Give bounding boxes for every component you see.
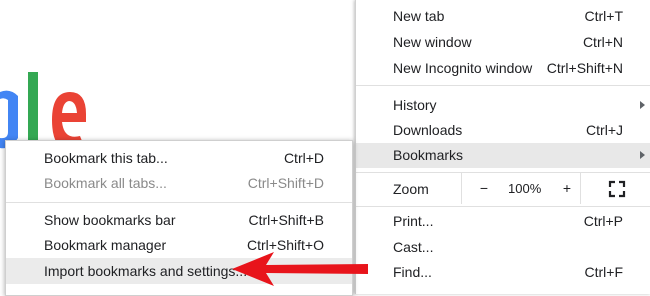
- menu-item-label: Find...: [393, 264, 432, 280]
- menu-item-label: New Incognito window: [393, 60, 533, 76]
- google-logo-fragment: [0, 72, 86, 150]
- menu-item-cast[interactable]: Cast...: [356, 235, 650, 259]
- zoom-label: Zoom: [393, 181, 429, 197]
- red-arrow-annotation-icon: [232, 252, 368, 286]
- menu-item-label: Cast...: [393, 239, 434, 255]
- menu-item-label: Import bookmarks and settings...: [44, 263, 248, 279]
- zoom-in-button[interactable]: +: [558, 180, 576, 196]
- zoom-out-button[interactable]: −: [475, 180, 493, 196]
- menu-item-downloads[interactable]: Downloads Ctrl+J: [356, 118, 650, 142]
- menu-item-shortcut: Ctrl+N: [582, 34, 623, 50]
- menu-item-history[interactable]: History: [356, 93, 650, 117]
- menu-item-shortcut: Ctrl+J: [586, 122, 623, 138]
- submenu-item-bookmark-this-tab[interactable]: Bookmark this tab... Ctrl+D: [6, 145, 352, 171]
- submenu-item-show-bookmarks-bar[interactable]: Show bookmarks bar Ctrl+Shift+B: [6, 207, 352, 233]
- menu-item-shortcut: Ctrl+Shift+D: [247, 175, 324, 191]
- zoom-level: 100%: [508, 181, 542, 196]
- menu-item-find[interactable]: Find... Ctrl+F: [356, 260, 650, 284]
- menu-item-new-window[interactable]: New window Ctrl+N: [356, 30, 650, 54]
- zoom-row: Zoom − 100% +: [356, 173, 650, 206]
- menu-item-print[interactable]: Print... Ctrl+P: [356, 209, 650, 233]
- menu-item-shortcut: Ctrl+D: [283, 150, 324, 166]
- submenu-item-bookmark-all-tabs: Bookmark all tabs... Ctrl+Shift+D: [6, 170, 352, 196]
- menu-separator: [356, 206, 650, 207]
- menu-item-shortcut: Ctrl+P: [583, 213, 623, 229]
- fullscreen-icon[interactable]: [608, 180, 626, 198]
- submenu-arrow-icon: [640, 101, 645, 109]
- menu-item-shortcut: Ctrl+Shift+N: [546, 60, 623, 76]
- menu-item-bookmarks[interactable]: Bookmarks: [356, 143, 650, 168]
- menu-item-label: Bookmark all tabs...: [44, 175, 167, 191]
- menu-item-label: New tab: [393, 8, 445, 24]
- menu-item-shortcut: Ctrl+T: [584, 8, 624, 24]
- menu-item-new-incognito-window[interactable]: New Incognito window Ctrl+Shift+N: [356, 56, 650, 80]
- menu-item-label: Print...: [393, 213, 434, 229]
- menu-item-label: Downloads: [393, 122, 463, 138]
- menu-separator: [6, 202, 352, 203]
- menu-item-shortcut: Ctrl+Shift+B: [248, 212, 324, 228]
- menu-item-shortcut: Ctrl+F: [584, 264, 624, 280]
- menu-item-label: History: [393, 97, 437, 113]
- menu-item-label: Bookmarks: [393, 147, 464, 163]
- menu-item-label: Show bookmarks bar: [44, 212, 176, 228]
- chrome-main-menu: New tab Ctrl+T New window Ctrl+N New Inc…: [355, 0, 650, 294]
- menu-item-label: Bookmark this tab...: [44, 150, 168, 166]
- zoom-control: − 100% +: [461, 173, 581, 204]
- menu-item-label: Bookmark manager: [44, 237, 167, 253]
- menu-separator: [356, 85, 650, 86]
- submenu-arrow-icon: [640, 151, 645, 159]
- menu-item-new-tab[interactable]: New tab Ctrl+T: [356, 4, 650, 28]
- menu-item-label: New window: [393, 34, 472, 50]
